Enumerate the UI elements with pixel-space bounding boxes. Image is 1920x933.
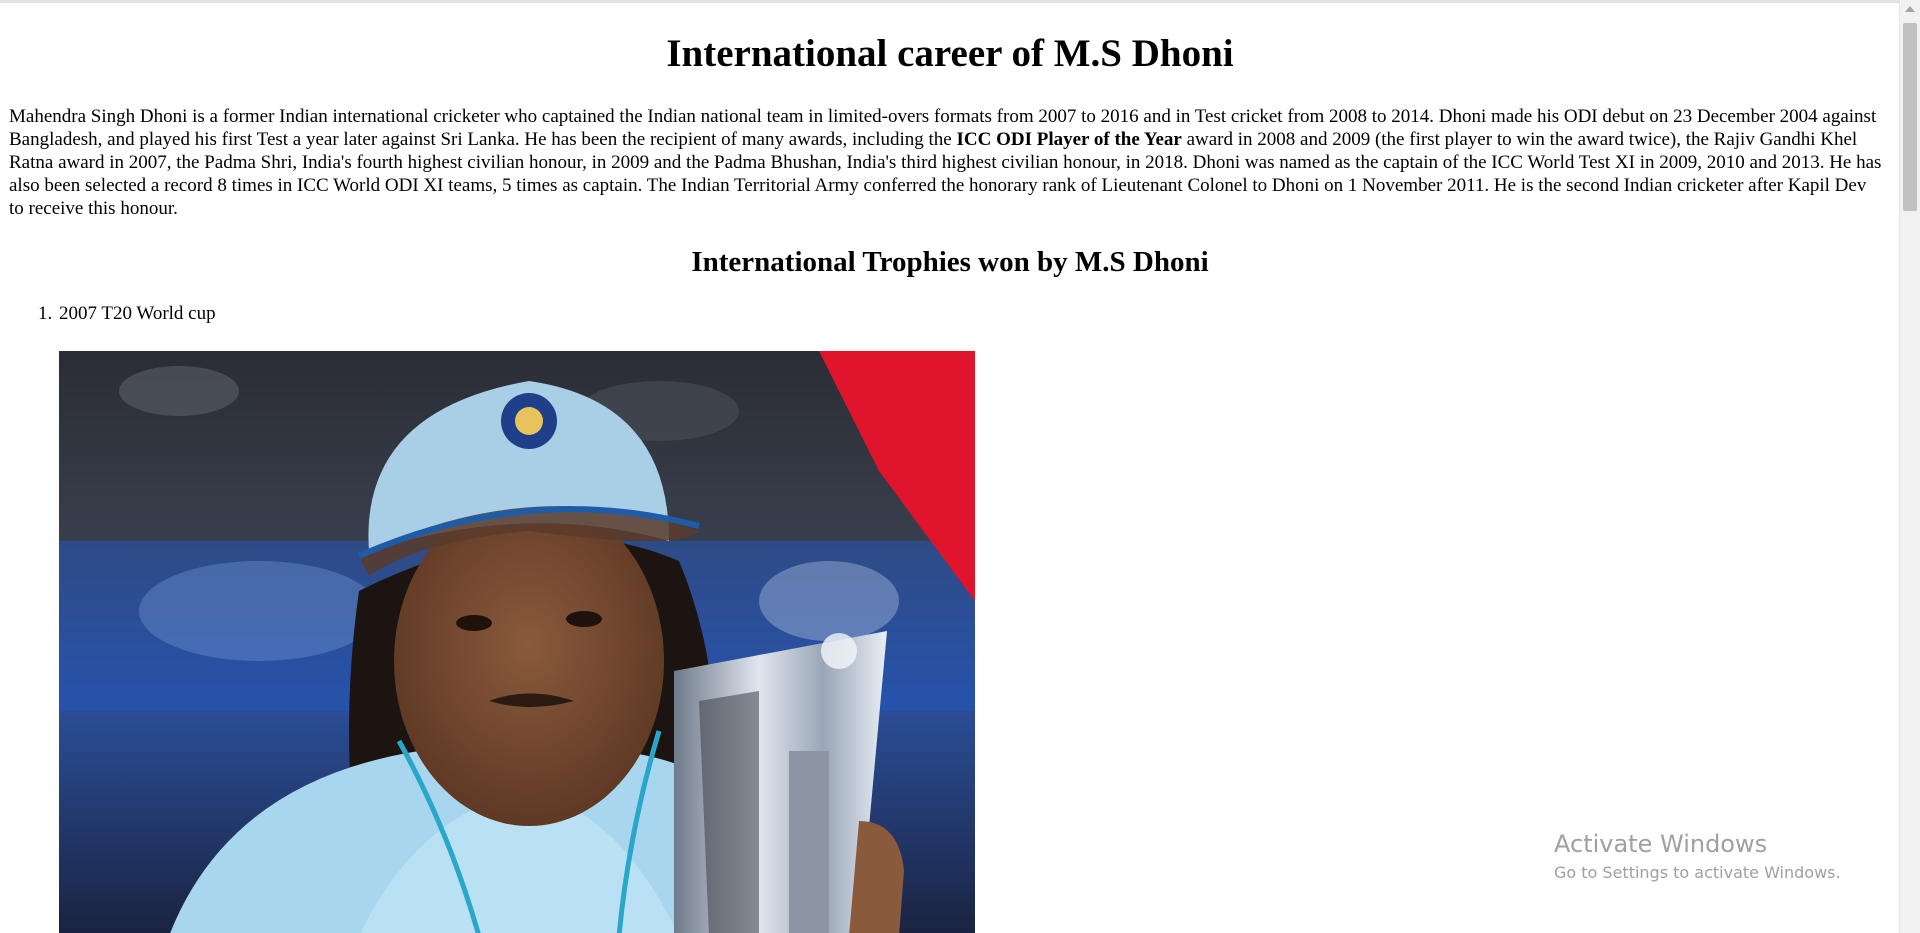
scroll-up-arrow-icon[interactable] — [1905, 6, 1915, 12]
intro-bold-award: ICC ODI Player of the Year — [956, 129, 1182, 150]
trophy-item: 1. 2007 T20 World cup — [0, 302, 216, 325]
watermark-subtitle: Go to Settings to activate Windows. — [1554, 863, 1841, 882]
watermark-title: Activate Windows — [1554, 830, 1768, 858]
intro-paragraph: Mahendra Singh Dhoni is a former Indian … — [9, 105, 1885, 220]
section-heading-trophies: International Trophies won by M.S Dhoni — [691, 246, 1209, 278]
trophy-list: 1. 2007 T20 World cup — [0, 302, 216, 325]
windows-activation-watermark: Activate Windows Go to Settings to activ… — [1554, 829, 1841, 884]
page-title: International career of M.S Dhoni — [666, 32, 1234, 75]
trophy-label: 2007 T20 World cup — [59, 303, 216, 324]
vertical-scrollbar[interactable] — [1899, 0, 1920, 933]
scrollbar-thumb[interactable] — [1903, 23, 1917, 211]
dhoni-trophy-photo — [59, 351, 975, 933]
page-content: International career of M.S Dhoni Mahend… — [0, 3, 1900, 933]
trophy-number: 1. — [38, 303, 53, 324]
